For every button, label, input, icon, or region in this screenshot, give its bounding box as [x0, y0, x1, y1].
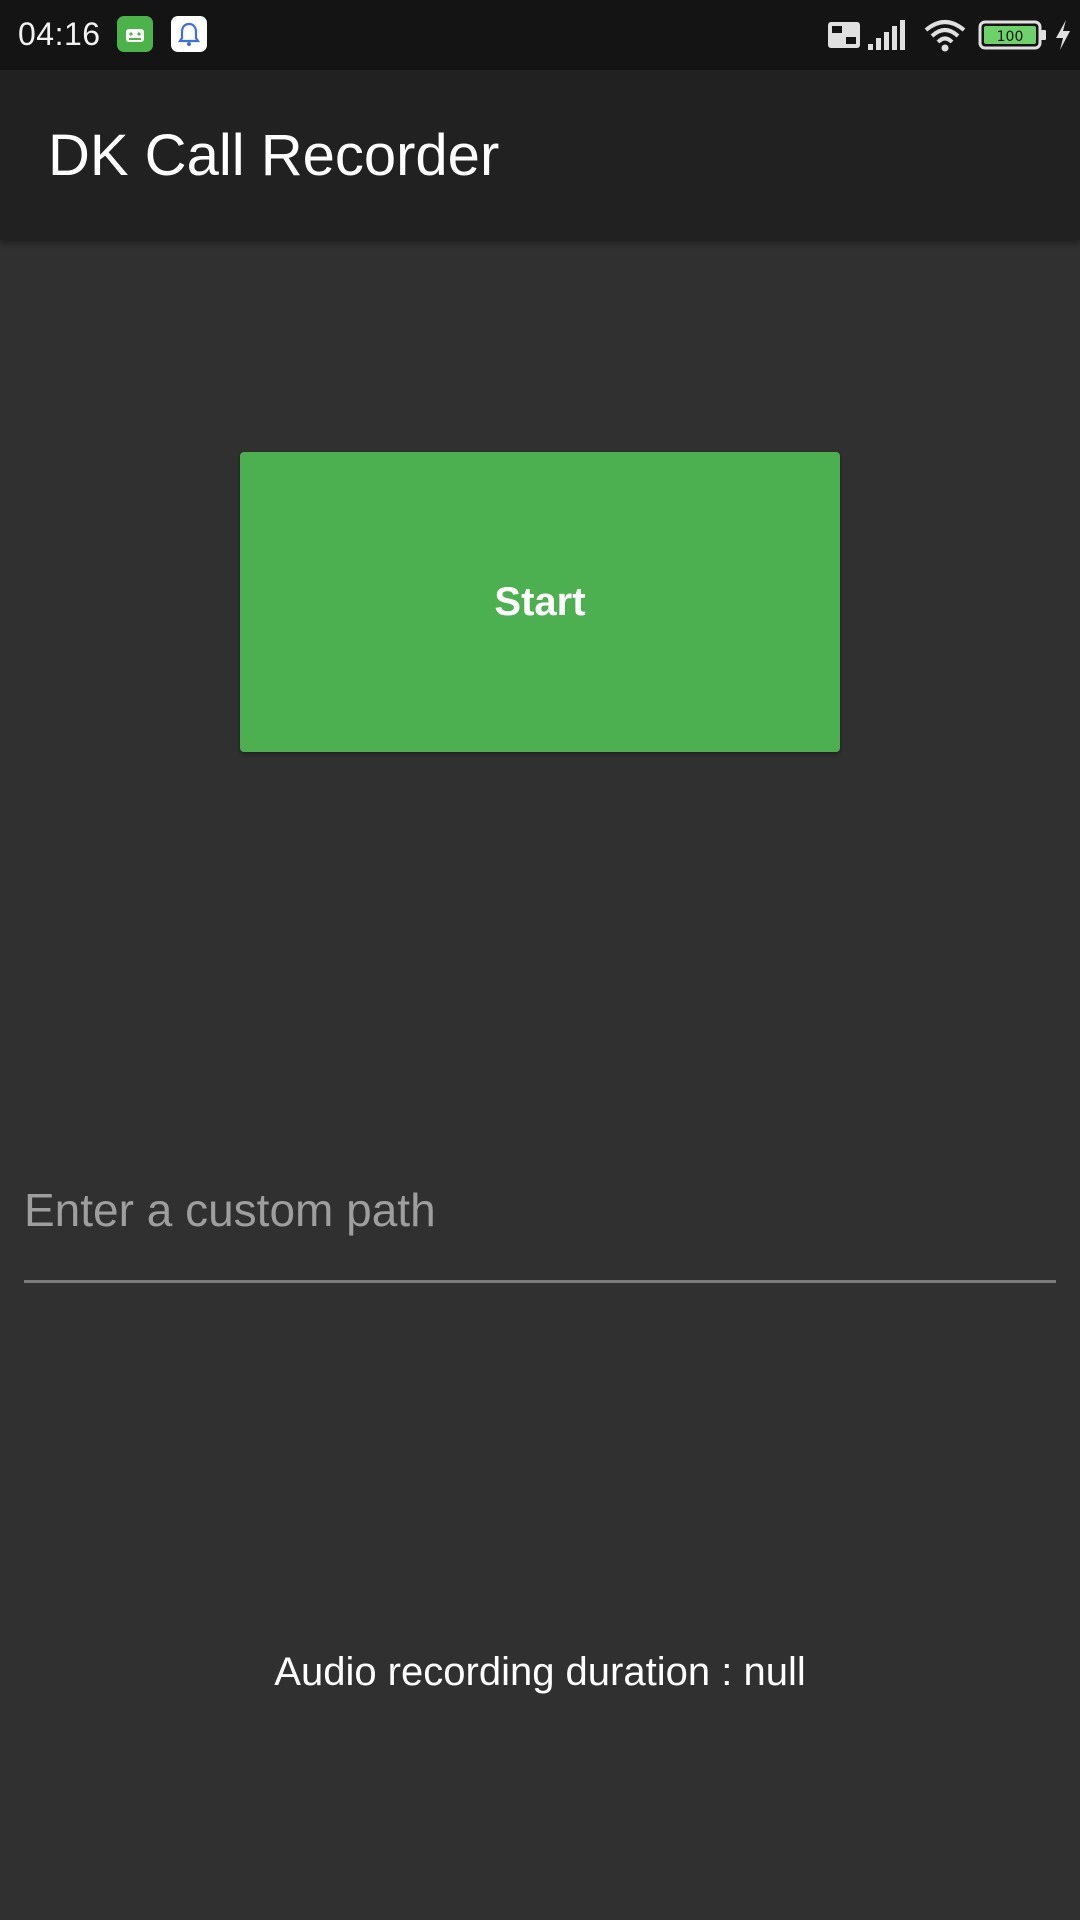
app-title: DK Call Recorder [48, 123, 500, 188]
app-bar: DK Call Recorder [0, 70, 1080, 240]
charging-icon [1056, 20, 1070, 50]
app-screen: 04:16 100 DK Call Recorder Start Enter a… [0, 0, 1080, 1920]
custom-path-input[interactable] [24, 1160, 1056, 1260]
start-button[interactable]: Start [240, 452, 840, 752]
custom-path-field [24, 1160, 1056, 1283]
battery-level-text: 100 [997, 29, 1024, 45]
battery-icon: 100 [978, 20, 1046, 50]
volte-icon [828, 22, 860, 48]
signal-icon [868, 20, 905, 50]
bell-notification-icon [171, 16, 207, 52]
android-app-icon [117, 16, 153, 52]
status-bar: 04:16 100 [0, 0, 1080, 70]
recording-duration-text: Audio recording duration : null [274, 1650, 806, 1694]
wifi-icon [924, 20, 966, 52]
status-time: 04:16 [18, 16, 101, 52]
